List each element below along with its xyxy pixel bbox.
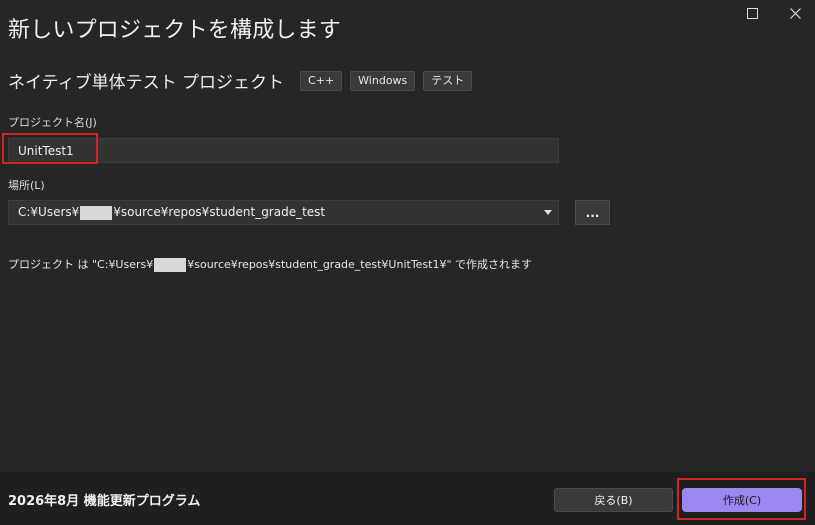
maximize-icon [746,7,758,19]
location-combobox[interactable]: C:¥Users¥ ¥source¥repos¥student_grade_tes… [8,200,559,225]
project-name-label: プロジェクト名(J) [8,116,97,129]
maximize-button[interactable] [732,0,772,26]
project-type-name: ネイティブ単体テスト プロジェクト [8,73,285,93]
tag-test: テスト [423,70,473,91]
project-path-note: プロジェクト は "C:¥Users¥ ¥source¥repos¥student… [8,256,532,272]
redacted-username [154,258,187,272]
configure-project-dialog: 新しいプロジェクトを構成します ネイティブ単体テスト プロジェクト C++ Wi… [0,0,815,525]
close-button[interactable] [775,0,815,26]
close-icon [789,7,801,19]
back-button[interactable]: 戻る(B) [554,488,673,512]
location-value: C:¥Users¥ ¥source¥repos¥student_grade_tes… [18,205,325,220]
location-value-prefix: C:¥Users¥ [18,205,80,220]
chevron-down-icon[interactable] [544,210,552,215]
version-label: 2026年8月 機能更新プログラム [8,494,201,509]
location-label: 場所(L) [8,179,45,192]
path-note-prefix: プロジェクト は "C:¥Users¥ [8,258,154,271]
dialog-title: 新しいプロジェクトを構成します [8,18,342,43]
location-value-suffix: ¥source¥repos¥student_grade_test [113,205,326,220]
tag-cpp: C++ [300,70,343,91]
project-type-row: ネイティブ単体テスト プロジェクト C++ Windows テスト [8,68,480,93]
browse-button[interactable]: ... [575,200,610,225]
project-name-value: UnitTest1 [18,143,74,158]
create-button[interactable]: 作成(C) [682,488,802,512]
path-note-suffix: ¥source¥repos¥student_grade_test¥UnitTes… [187,258,533,271]
project-name-input[interactable]: UnitTest1 [8,138,559,163]
tag-windows: Windows [350,70,416,91]
redacted-username [80,205,113,220]
